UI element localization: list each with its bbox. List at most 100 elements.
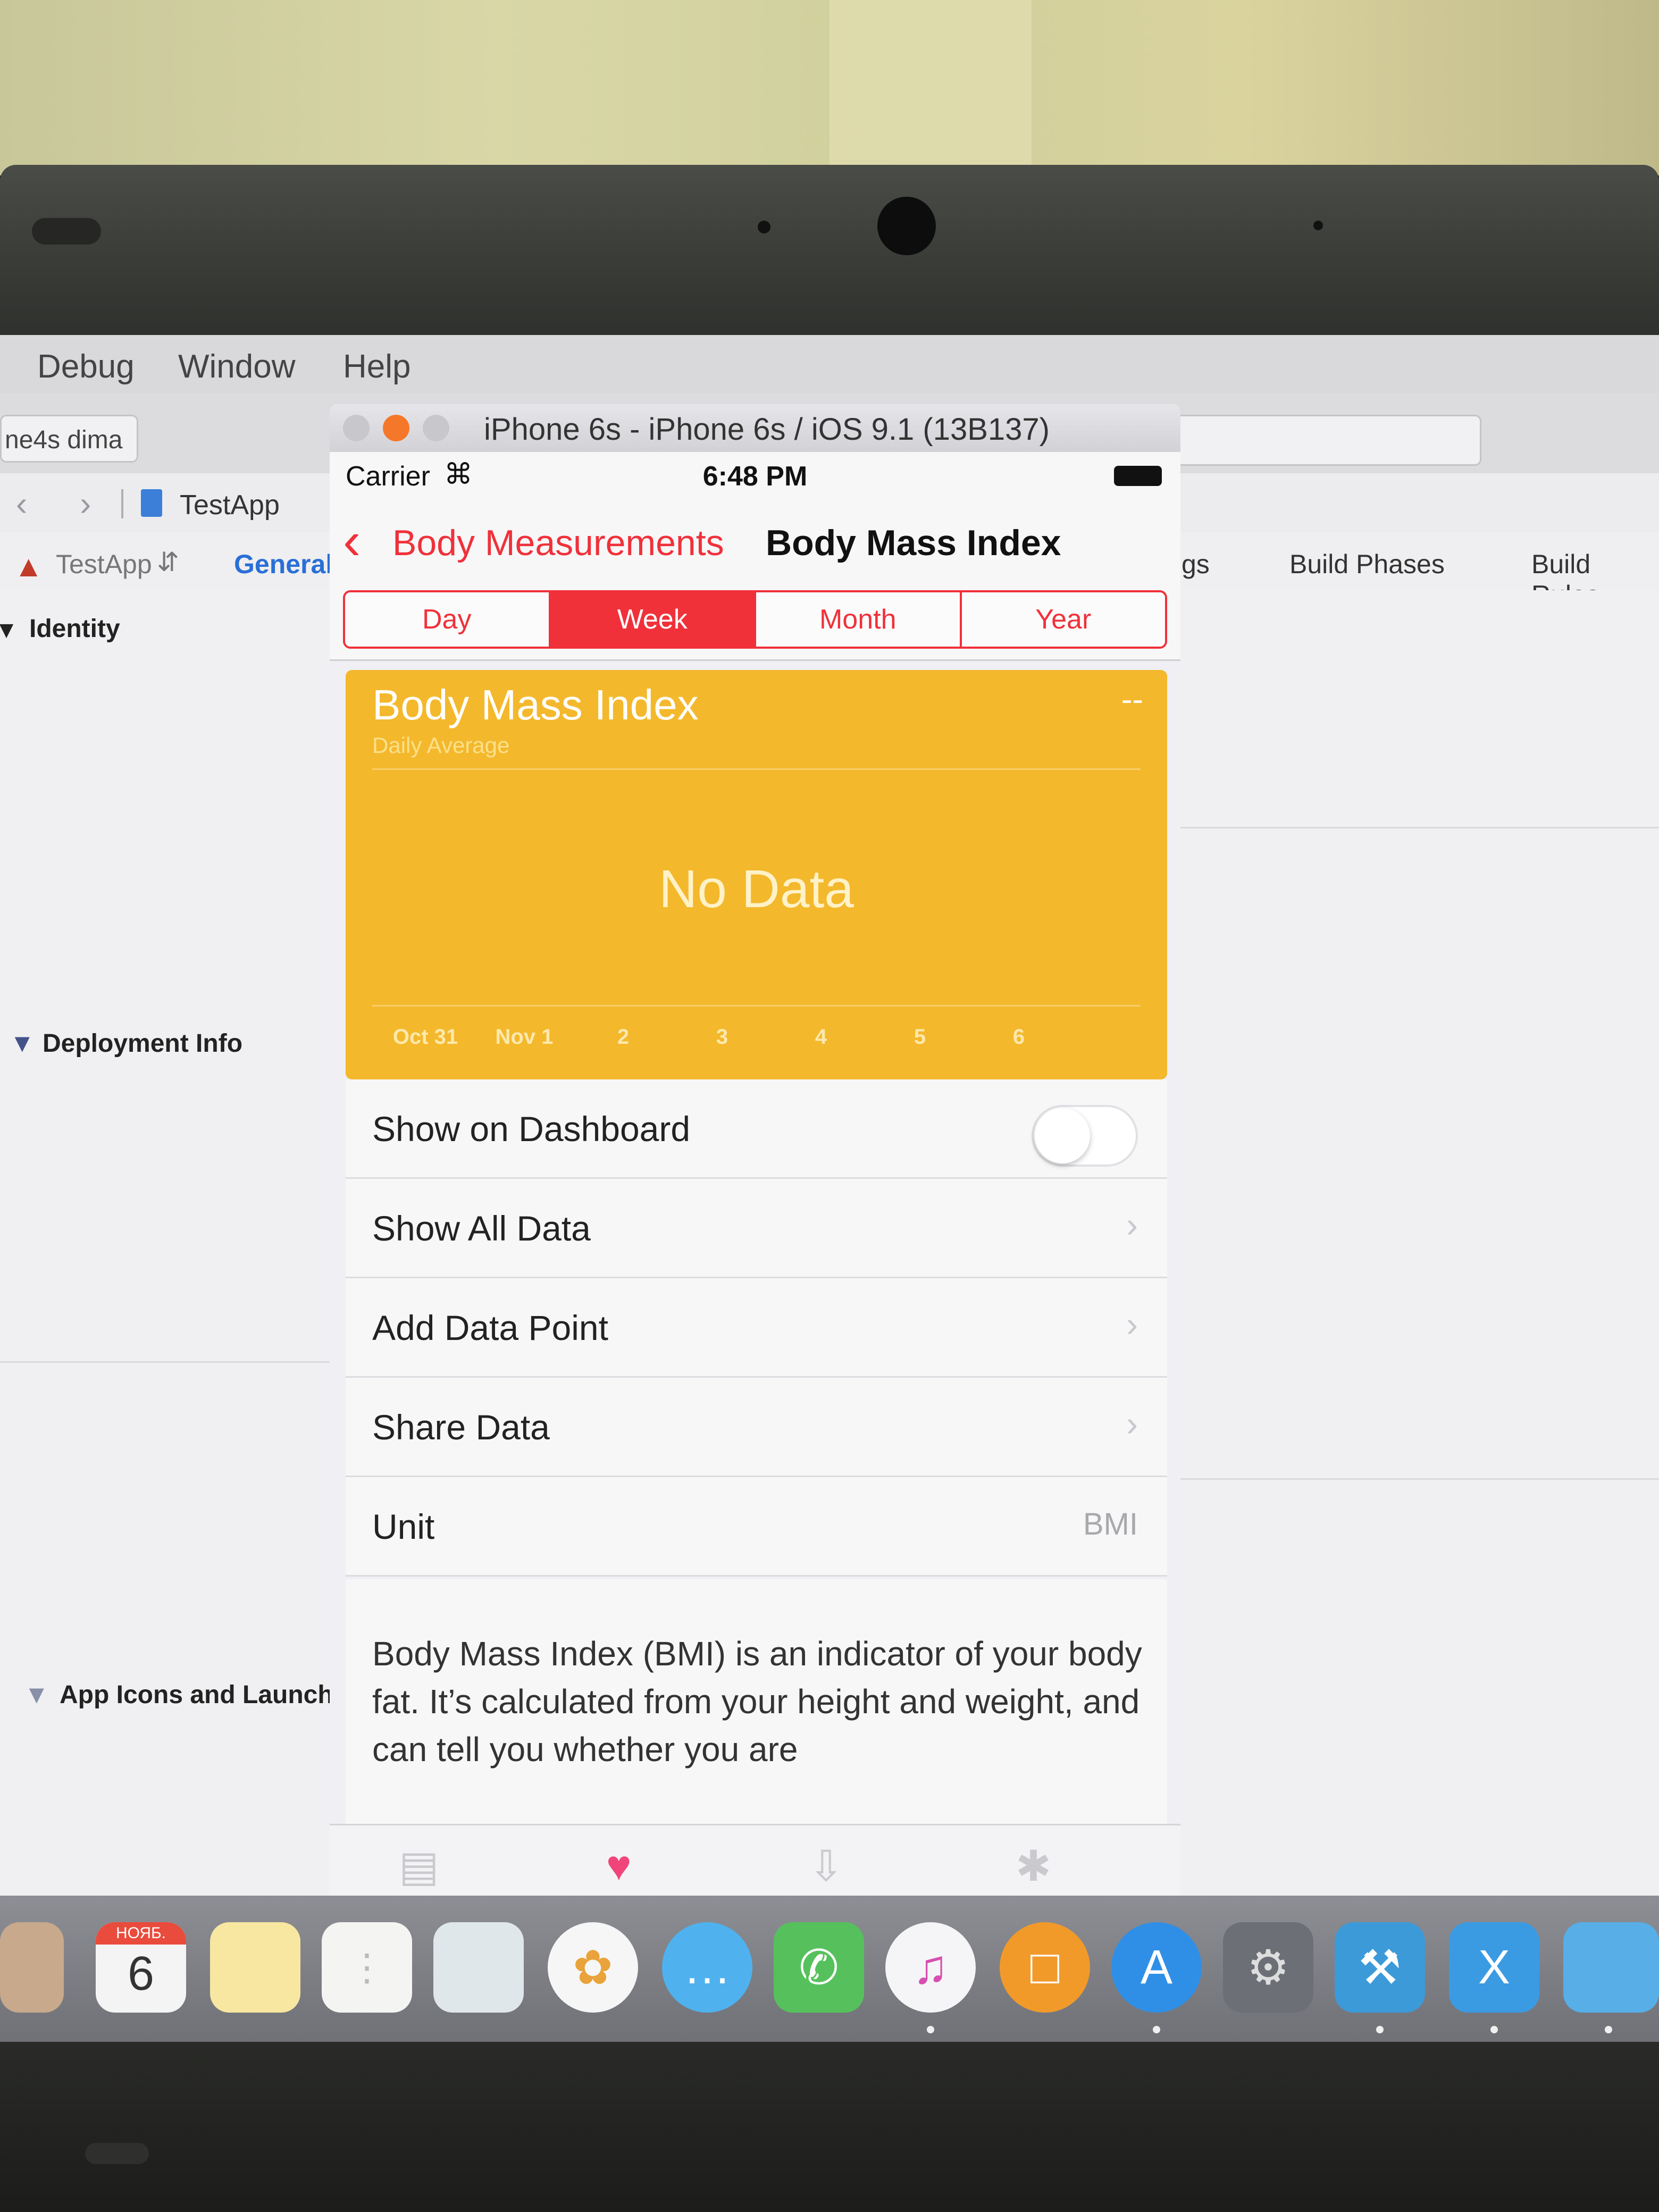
row-label: Show on Dashboard bbox=[372, 1109, 691, 1149]
bmi-description: Body Mass Index (BMI) is an indicator of… bbox=[372, 1635, 1142, 1769]
section-identity[interactable]: Identity bbox=[29, 614, 120, 643]
share-data-row[interactable]: Share Data › bbox=[346, 1378, 1167, 1477]
finder-icon[interactable] bbox=[0, 1922, 64, 2013]
calendar-icon[interactable]: НОЯБ. 6 bbox=[96, 1922, 186, 2013]
chart-title: Body Mass Index bbox=[372, 681, 699, 728]
row-label: Unit bbox=[372, 1507, 435, 1546]
x-tick-label: 6 bbox=[1012, 1025, 1025, 1049]
x-tick-label: 4 bbox=[815, 1025, 827, 1049]
toggle-knob bbox=[1035, 1108, 1090, 1163]
battery-icon bbox=[1114, 466, 1162, 486]
segment-bar: Day Week Month Year bbox=[330, 580, 1180, 661]
forward-arrow-icon[interactable]: › bbox=[80, 484, 91, 523]
unit-value: BMI bbox=[1083, 1507, 1138, 1541]
chart-bottom-gridline bbox=[372, 1005, 1141, 1007]
app-store-icon[interactable]: A bbox=[1111, 1922, 1202, 2013]
background-light bbox=[830, 0, 1032, 170]
messages-icon[interactable]: … bbox=[662, 1922, 752, 2013]
segment-day[interactable]: Day bbox=[345, 592, 551, 647]
description-section: Body Mass Index (BMI) is an indicator of… bbox=[346, 1579, 1167, 1824]
jump-bar-project[interactable]: TestApp bbox=[180, 489, 280, 521]
x-tick-label: Oct 31 bbox=[392, 1025, 458, 1049]
health-data-icon[interactable]: ♥ bbox=[606, 1841, 632, 1890]
scheme-selector[interactable]: ne4s dima bbox=[0, 415, 138, 463]
menu-help[interactable]: Help bbox=[343, 348, 411, 386]
target-selector[interactable]: TestApp bbox=[56, 549, 152, 580]
photos-icon[interactable]: ✿ bbox=[548, 1922, 638, 2013]
divider bbox=[1170, 827, 1659, 828]
system-preferences-icon[interactable]: ⚙ bbox=[1223, 1922, 1313, 2013]
section-deployment-info[interactable]: Deployment Info bbox=[43, 1029, 242, 1058]
row-label: Show All Data bbox=[372, 1209, 591, 1248]
row-label: Add Data Point bbox=[372, 1308, 608, 1347]
dashboard-toggle[interactable] bbox=[1032, 1105, 1138, 1167]
x-tick-label: Nov 1 bbox=[495, 1025, 554, 1049]
xcode-icon[interactable]: ⚒ bbox=[1335, 1922, 1425, 2013]
bezel-slot bbox=[32, 218, 101, 245]
calendar-day: 6 bbox=[127, 1947, 155, 2000]
close-button[interactable] bbox=[343, 415, 370, 441]
menu-debug[interactable]: Debug bbox=[37, 348, 135, 386]
base-slot bbox=[85, 2143, 149, 2164]
ibooks-icon[interactable]: □ bbox=[1000, 1922, 1090, 2013]
tab-bar: ▤ ♥ ⇩ ✱ bbox=[330, 1824, 1180, 1900]
zoom-button[interactable] bbox=[423, 415, 449, 441]
chart-no-data: No Data bbox=[659, 859, 854, 919]
divider bbox=[121, 489, 123, 518]
app-icons-disclosure-icon[interactable]: ▼ bbox=[24, 1680, 49, 1710]
menu-window[interactable]: Window bbox=[178, 348, 296, 386]
add-data-point-row[interactable]: Add Data Point › bbox=[346, 1278, 1167, 1378]
tab-general[interactable]: General bbox=[234, 549, 333, 580]
status-bar: Carrier ⌘ 6:48 PM bbox=[330, 452, 1180, 500]
running-indicator bbox=[1605, 2026, 1612, 2033]
back-button[interactable]: Body Measurements bbox=[392, 522, 724, 564]
x-tick-label: 3 bbox=[716, 1025, 728, 1049]
itunes-icon[interactable]: ♫ bbox=[885, 1922, 976, 2013]
segment-year[interactable]: Year bbox=[961, 592, 1165, 647]
camera-icon bbox=[877, 197, 936, 255]
notes-icon[interactable] bbox=[210, 1922, 300, 2013]
divider bbox=[0, 1361, 362, 1363]
xamarin-icon[interactable]: X bbox=[1449, 1922, 1539, 2013]
dashboard-icon[interactable]: ▤ bbox=[399, 1841, 439, 1891]
show-all-data-row[interactable]: Show All Data › bbox=[346, 1179, 1167, 1278]
tab-build-phases[interactable]: Build Phases bbox=[1289, 549, 1445, 580]
facetime-icon[interactable]: ✆ bbox=[774, 1922, 864, 2013]
section-app-icons[interactable]: App Icons and Launch I bbox=[60, 1680, 347, 1710]
identity-disclosure-icon[interactable]: ▾ bbox=[0, 614, 13, 644]
calendar-month: НОЯБ. bbox=[96, 1922, 186, 1945]
editor-right-pane bbox=[1170, 590, 1659, 2042]
tab-build-settings[interactable]: gs bbox=[1182, 549, 1210, 580]
editor-left-pane: ▾ Identity ▼ Deployment Info ▼ App Icons… bbox=[0, 590, 362, 2042]
navigation-bar: ‹ Body Measurements Body Mass Index bbox=[330, 500, 1180, 580]
running-indicator bbox=[927, 2026, 934, 2033]
row-label: Share Data bbox=[372, 1407, 550, 1447]
show-on-dashboard-row: Show on Dashboard bbox=[346, 1079, 1167, 1179]
page-title: Body Mass Index bbox=[766, 523, 1061, 563]
bmi-chart-card[interactable]: Body Mass Index Daily Average -- No Data… bbox=[346, 670, 1167, 1079]
deployment-disclosure-icon[interactable]: ▼ bbox=[10, 1029, 35, 1058]
options-list: Show on Dashboard Show All Data › Add Da… bbox=[346, 1079, 1167, 1577]
segment-month[interactable]: Month bbox=[756, 592, 962, 647]
sensor-dot bbox=[1313, 221, 1323, 230]
sources-icon[interactable]: ⇩ bbox=[808, 1841, 844, 1891]
segment-week[interactable]: Week bbox=[550, 592, 756, 647]
chart-top-gridline bbox=[372, 768, 1141, 770]
laptop-bezel bbox=[0, 165, 1659, 335]
back-chevron-icon[interactable]: ‹ bbox=[343, 510, 361, 572]
sensor-dot bbox=[758, 221, 770, 233]
simulator-titlebar: iPhone 6s - iPhone 6s / iOS 9.1 (13B137) bbox=[330, 404, 1180, 452]
x-tick-label: 2 bbox=[617, 1025, 630, 1049]
target-chevron-icon[interactable]: ⇵ bbox=[157, 547, 179, 577]
project-file-icon bbox=[141, 489, 162, 517]
back-arrow-icon[interactable]: ‹ bbox=[16, 484, 27, 523]
reminders-icon[interactable]: ⋮ bbox=[322, 1922, 412, 2013]
unit-row[interactable]: Unit BMI bbox=[346, 1477, 1167, 1577]
running-indicator bbox=[1490, 2026, 1498, 2033]
preview-icon[interactable] bbox=[433, 1922, 524, 2013]
running-indicator bbox=[1153, 2026, 1160, 2033]
divider bbox=[1170, 1478, 1659, 1480]
minimize-button[interactable] bbox=[383, 415, 409, 441]
folder-icon[interactable] bbox=[1563, 1922, 1659, 2013]
medical-id-icon[interactable]: ✱ bbox=[1016, 1841, 1051, 1891]
